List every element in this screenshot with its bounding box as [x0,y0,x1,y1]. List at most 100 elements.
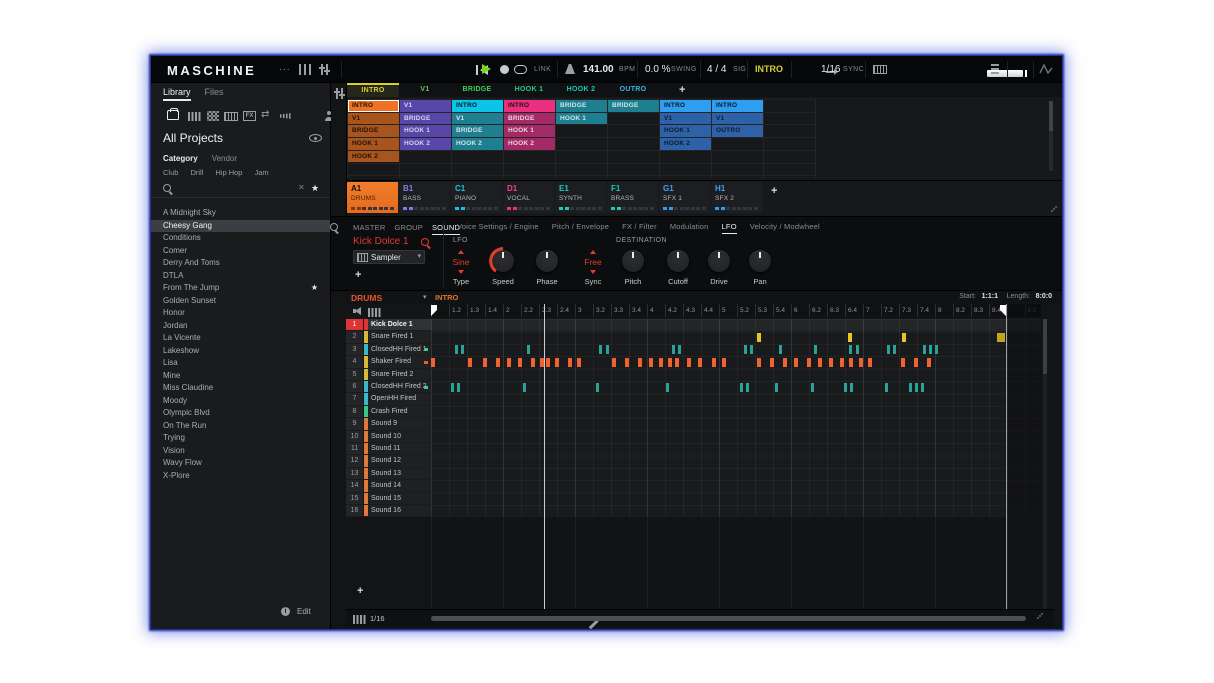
note-event[interactable] [483,357,487,367]
pattern-cell-e1-bridge[interactable]: BRIDGE [556,100,607,112]
project-item[interactable]: Golden Sunset [151,295,330,308]
note-event[interactable] [722,357,726,367]
note-event[interactable] [757,357,761,367]
selector-type[interactable]: Sine [439,250,483,274]
track-name[interactable]: ClosedHH Fired 2 [371,381,429,393]
note-event[interactable] [468,357,472,367]
browser-icon[interactable] [299,64,311,75]
pattern-cell-g1-intro[interactable]: INTRO [660,100,711,112]
project-item[interactable]: Miss Claudine [151,382,330,395]
favorite-star-icon[interactable]: ★ [311,282,318,295]
keyboard-icon[interactable] [224,112,238,121]
project-item[interactable]: Honor [151,307,330,320]
project-item[interactable]: Vision [151,445,330,458]
note-event[interactable] [844,382,847,392]
project-item[interactable]: Mine [151,370,330,383]
tag-jam[interactable]: Jam [254,168,268,177]
record-button[interactable] [500,65,509,74]
note-event[interactable] [902,332,906,342]
note-event[interactable] [531,357,535,367]
track-row-5[interactable]: 5 Snare Fired 2 [346,368,431,381]
metronome-icon[interactable] [565,64,575,74]
pattern-cell-a1-hook-2[interactable]: HOOK 2 [348,150,399,163]
favorites-filter-icon[interactable]: ★ [311,183,319,194]
note-event[interactable] [596,382,599,392]
track-row-7[interactable]: 7 OpenHH Fired [346,393,431,406]
time-signature-value[interactable]: 4 / 4 [707,64,726,75]
quantize-grid-value[interactable]: 1/16 [821,64,840,75]
project-item[interactable]: Trying [151,432,330,445]
group-tile-f1[interactable]: F1 BRASS [607,182,658,213]
selector-sync[interactable]: Free [571,250,615,274]
track-row-1[interactable]: 1 Kick Dolce 1 [346,319,431,332]
note-event[interactable] [814,345,817,355]
track-name[interactable]: OpenHH Fired [371,393,429,405]
play-button[interactable] [482,64,491,74]
sidebar-tab-library[interactable]: Library [163,87,191,101]
horizontal-scrollbar[interactable] [431,616,1026,621]
edit-button[interactable]: Edit [297,607,311,616]
scene-tab-bridge[interactable]: BRIDGE [451,83,503,97]
note-event[interactable] [546,357,550,367]
pattern-cell-f1-bridge[interactable]: BRIDGE [608,100,659,112]
project-icon[interactable] [167,108,179,120]
loop-icon[interactable]: ⇄ [261,110,269,120]
pads-icon[interactable] [188,112,201,121]
pattern-cell-h1-outro[interactable]: OUTRO [712,125,763,137]
note-event[interactable] [675,357,679,367]
note-event[interactable] [885,382,888,392]
project-item[interactable]: Comer [151,245,330,258]
note-event[interactable] [457,382,460,392]
pattern-cell-c1-bridge[interactable]: BRIDGE [452,125,503,137]
knob-phase[interactable] [536,250,558,272]
group-tile-h1[interactable]: H1 SFX 2 [711,182,762,213]
scene-tab-hook-2[interactable]: HOOK 2 [555,83,607,97]
project-item[interactable]: DTLA [151,270,330,283]
note-event[interactable] [672,345,675,355]
eye-icon[interactable] [309,134,322,142]
note-event[interactable] [757,332,761,342]
sidebar-tab-files[interactable]: Files [205,87,224,97]
group-tile-g1[interactable]: G1 SFX 1 [659,182,710,213]
project-item[interactable]: On The Run [151,420,330,433]
pattern-cell-h1-v1[interactable]: V1 [712,112,763,125]
note-event[interactable] [612,357,616,367]
note-event[interactable] [811,382,814,392]
track-name[interactable]: Snare Fired 1 [371,331,429,343]
note-event[interactable] [893,345,896,355]
project-item[interactable]: Lakeshow [151,345,330,358]
pattern-cell-c1-intro[interactable]: INTRO [452,100,503,112]
note-event[interactable] [807,357,811,367]
note-event[interactable] [555,357,559,367]
track-row-10[interactable]: 10 Sound 10 [346,430,431,443]
note-event[interactable] [868,357,872,367]
loop-button[interactable] [514,65,527,74]
project-item[interactable]: Cheesy Gang [151,219,330,232]
note-event[interactable] [775,382,778,392]
note-event[interactable] [461,345,464,355]
pattern-cell-a1-v1[interactable]: V1 [348,112,399,125]
start-value[interactable]: 1:1:1 [982,293,998,300]
note-event[interactable] [935,345,938,355]
track-name[interactable]: Snare Fired 2 [371,369,429,381]
note-event[interactable] [431,357,435,367]
track-name[interactable]: ClosedHH Fired 1 [371,344,429,356]
note-event[interactable] [750,345,753,355]
project-item[interactable]: X-Plore [151,470,330,483]
playhead[interactable] [544,304,545,609]
group-tile-c1[interactable]: C1 PIANO [451,182,502,213]
pattern-start-flag[interactable] [431,305,437,316]
track-row-13[interactable]: 13 Sound 13 [346,467,431,481]
pattern-cell-g1-hook-1[interactable]: HOOK 1 [660,125,711,137]
note-event[interactable] [451,382,454,392]
pattern-cell-b1-hook-2[interactable]: HOOK 2 [400,138,451,150]
note-event[interactable] [921,382,924,392]
pattern-cell-c1-v1[interactable]: V1 [452,112,503,125]
track-row-8[interactable]: 8 Crash Fired [346,405,431,419]
project-item[interactable]: Conditions [151,232,330,245]
track-name[interactable]: Sound 16 [371,505,429,517]
track-name[interactable]: Sound 11 [371,443,429,455]
project-item[interactable]: Moody [151,395,330,408]
track-row-14[interactable]: 14 Sound 14 [346,480,431,493]
note-event[interactable] [455,345,458,355]
